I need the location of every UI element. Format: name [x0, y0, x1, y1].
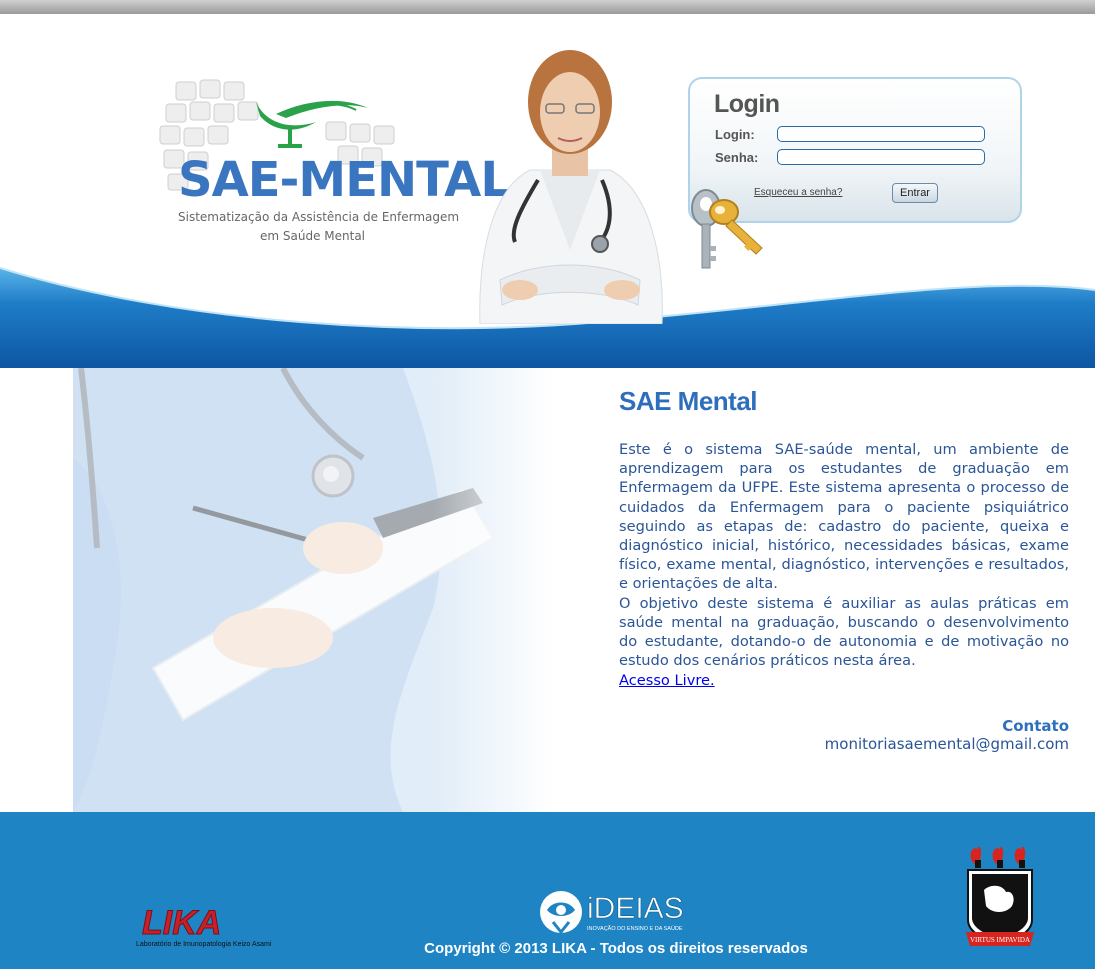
password-label: Senha: [715, 150, 759, 165]
copyright-text: Copyright © 2013 LIKA - Todos os direito… [424, 940, 808, 957]
doctor-photo [479, 50, 663, 324]
nurse-background-image [73, 368, 553, 812]
svg-text:iDEIAS: iDEIAS [587, 892, 684, 925]
contact-email: monitoriasaemental@gmail.com [824, 735, 1069, 753]
svg-text:INOVAÇÃO DO ENSINO E DA SAÚDE: INOVAÇÃO DO ENSINO E DA SAÚDE [587, 925, 683, 932]
intro-section: SAE Mental Este é o sistema SAE-saúde me… [619, 386, 1069, 690]
keys-icon [691, 189, 763, 269]
page-footer: LIKA Laboratório de Imunopatologia Keizo… [0, 812, 1095, 969]
contact-title: Contato [1002, 717, 1069, 735]
logo-title: SAE-MENTAL [178, 152, 511, 208]
intro-paragraph-1: Este é o sistema SAE-saúde mental, um am… [619, 441, 1069, 593]
top-bar [0, 0, 1095, 14]
login-label: Login: [715, 127, 755, 142]
login-title: Login [714, 90, 780, 118]
intro-paragraph-2: O objetivo deste sistema é auxiliar as a… [619, 594, 1069, 670]
intro-heading: SAE Mental [619, 386, 758, 416]
logo-subtitle-line2: em Saúde Mental [260, 229, 366, 243]
password-input[interactable] [777, 149, 985, 165]
login-submit-button[interactable]: Entrar [892, 183, 938, 203]
free-access-link[interactable]: Acesso Livre. [619, 671, 715, 690]
ufpe-crest: VIRTUS IMPAVIDA [966, 846, 1034, 946]
contact-section: Contato monitoriasaemental@gmail.com [825, 717, 1069, 753]
logo-subtitle-line1: Sistematização da Assistência de Enferma… [178, 210, 460, 224]
svg-text:VIRTUS IMPAVIDA: VIRTUS IMPAVIDA [970, 936, 1030, 944]
main-content: SAE Mental Este é o sistema SAE-saúde me… [0, 368, 1095, 812]
login-input[interactable] [777, 126, 985, 142]
svg-text:LIKA: LIKA [142, 904, 221, 942]
ideias-logo: iDEIAS INOVAÇÃO DO ENSINO E DA SAÚDE [540, 891, 684, 935]
